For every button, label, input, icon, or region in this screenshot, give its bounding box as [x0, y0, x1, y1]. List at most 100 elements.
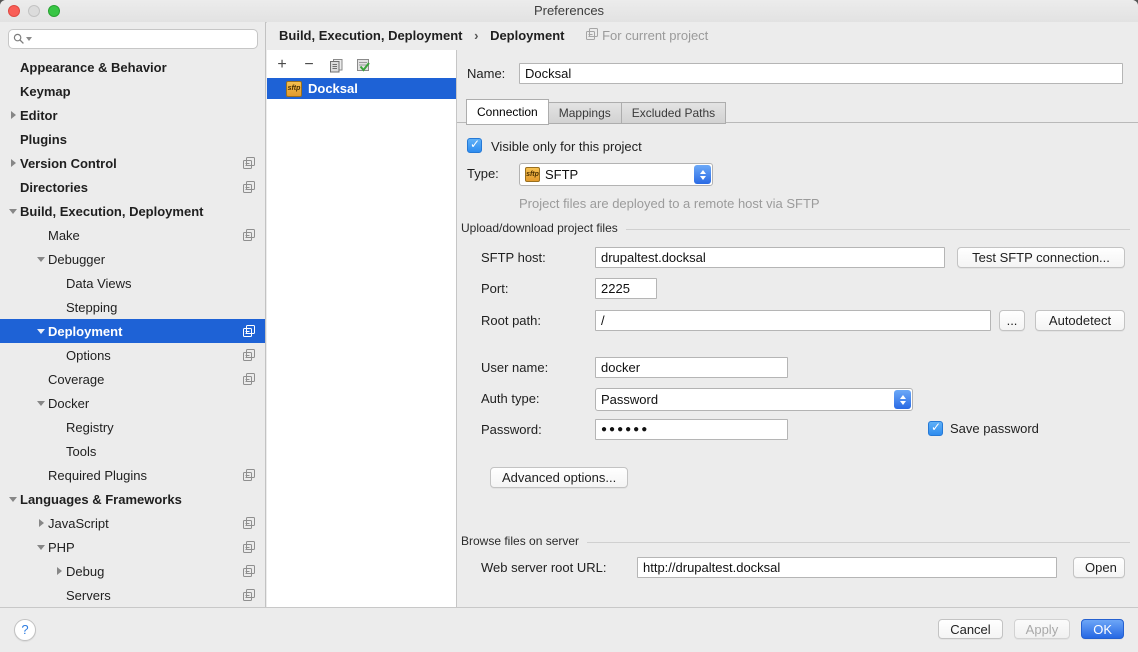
user-name-row: User name: — [457, 357, 1138, 379]
sidebar-item-appearance-behavior[interactable]: Appearance & Behavior — [0, 55, 265, 79]
tree-toggle-icon[interactable] — [34, 540, 48, 554]
tree-toggle-icon[interactable] — [6, 108, 20, 122]
browse-root-path-button[interactable]: ... — [999, 310, 1025, 331]
sftp-host-input[interactable] — [595, 247, 945, 268]
titlebar: Preferences — [0, 0, 1138, 23]
type-value: SFTP — [545, 167, 578, 182]
tree-indent — [6, 132, 20, 146]
sidebar-item-docker[interactable]: Docker — [0, 391, 265, 415]
project-scope-icon — [243, 181, 255, 196]
server-list-panel: + − — [267, 50, 457, 607]
sidebar-item-stepping[interactable]: Stepping — [0, 295, 265, 319]
sidebar-item-debug[interactable]: Debug — [0, 559, 265, 583]
search-icon — [13, 33, 25, 45]
tree-toggle-icon[interactable] — [34, 516, 48, 530]
auth-type-select[interactable]: Password — [595, 388, 913, 411]
tree-toggle-icon[interactable] — [34, 396, 48, 410]
sidebar-item-servers[interactable]: Servers — [0, 583, 265, 607]
visible-only-checkbox[interactable] — [467, 138, 482, 153]
use-as-default-button[interactable] — [354, 56, 372, 74]
browse-section-header: Browse files on server — [461, 533, 1130, 549]
sidebar-item-directories[interactable]: Directories — [0, 175, 265, 199]
sidebar-item-debugger[interactable]: Debugger — [0, 247, 265, 271]
port-input[interactable] — [595, 278, 657, 299]
upload-section-title: Upload/download project files — [461, 221, 618, 235]
test-sftp-connection-button[interactable]: Test SFTP connection... — [957, 247, 1125, 268]
open-url-button[interactable]: Open — [1073, 557, 1125, 578]
tree-toggle-icon[interactable] — [52, 564, 66, 578]
project-scope-icon — [243, 229, 255, 244]
sidebar-item-label: Keymap — [20, 84, 71, 99]
tree-toggle-icon[interactable] — [6, 492, 20, 506]
password-input[interactable] — [595, 419, 788, 440]
breadcrumb-category[interactable]: Build, Execution, Deployment — [279, 28, 462, 43]
password-label: Password: — [481, 419, 542, 440]
advanced-options-button[interactable]: Advanced options... — [490, 467, 628, 488]
port-label: Port: — [481, 278, 508, 299]
sidebar-item-keymap[interactable]: Keymap — [0, 79, 265, 103]
sidebar-item-label: Coverage — [48, 372, 104, 387]
web-root-label: Web server root URL: — [481, 557, 606, 578]
sidebar-item-deployment[interactable]: Deployment — [0, 319, 265, 343]
sidebar-item-label: Directories — [20, 180, 88, 195]
sidebar-item-editor[interactable]: Editor — [0, 103, 265, 127]
root-path-input[interactable] — [595, 310, 991, 331]
server-list-item-docksal[interactable]: sftp Docksal — [267, 78, 456, 99]
server-list-toolbar: + − — [273, 54, 372, 76]
password-row: Password: Save password — [457, 419, 1138, 441]
tree-toggle-icon[interactable] — [34, 252, 48, 266]
content-area: Build, Execution, Deployment › Deploymen… — [267, 22, 1138, 607]
sidebar-item-make[interactable]: Make — [0, 223, 265, 247]
help-button[interactable]: ? — [14, 619, 36, 641]
copy-server-button[interactable] — [327, 56, 345, 74]
sidebar-item-registry[interactable]: Registry — [0, 415, 265, 439]
sidebar-item-plugins[interactable]: Plugins — [0, 127, 265, 151]
tab-connection[interactable]: Connection — [466, 99, 549, 125]
web-root-input[interactable] — [637, 557, 1057, 578]
sidebar-item-tools[interactable]: Tools — [0, 439, 265, 463]
tree-toggle-icon[interactable] — [6, 204, 20, 218]
ok-button[interactable]: OK — [1081, 619, 1124, 639]
copy-icon — [329, 58, 344, 73]
auth-type-value: Password — [601, 392, 658, 407]
sidebar-item-php[interactable]: PHP — [0, 535, 265, 559]
sidebar-item-data-views[interactable]: Data Views — [0, 271, 265, 295]
type-hint: Project files are deployed to a remote h… — [519, 193, 820, 214]
sidebar-item-javascript[interactable]: JavaScript — [0, 511, 265, 535]
search-input[interactable] — [32, 31, 257, 47]
tree-toggle-icon[interactable] — [6, 156, 20, 170]
dropdown-stepper-icon — [894, 390, 911, 409]
save-password-checkbox[interactable] — [928, 421, 943, 436]
sidebar-item-coverage[interactable]: Coverage — [0, 367, 265, 391]
breadcrumb-page: Deployment — [490, 28, 564, 43]
tree-indent — [52, 444, 66, 458]
project-scope-icon — [243, 565, 255, 580]
autodetect-button[interactable]: Autodetect — [1035, 310, 1125, 331]
type-label: Type: — [467, 163, 499, 184]
sidebar-item-required-plugins[interactable]: Required Plugins — [0, 463, 265, 487]
sidebar-item-label: Tools — [66, 444, 96, 459]
sidebar-item-languages-frameworks[interactable]: Languages & Frameworks — [0, 487, 265, 511]
name-input[interactable] — [519, 63, 1123, 84]
remove-server-button[interactable]: − — [300, 56, 318, 74]
add-server-button[interactable]: + — [273, 56, 291, 74]
sidebar-item-options[interactable]: Options — [0, 343, 265, 367]
sidebar-item-build-execution-deployment[interactable]: Build, Execution, Deployment — [0, 199, 265, 223]
tree-indent — [52, 588, 66, 602]
sidebar-item-version-control[interactable]: Version Control — [0, 151, 265, 175]
tab-excluded-paths[interactable]: Excluded Paths — [622, 102, 726, 124]
settings-search-field[interactable] — [8, 29, 258, 49]
user-name-input[interactable] — [595, 357, 788, 378]
tab-mappings[interactable]: Mappings — [549, 102, 622, 124]
cancel-button[interactable]: Cancel — [938, 619, 1002, 639]
sidebar-item-label: Languages & Frameworks — [20, 492, 182, 507]
apply-button[interactable]: Apply — [1014, 619, 1071, 639]
sftp-host-row: SFTP host: Test SFTP connection... — [457, 247, 1138, 269]
root-path-row: Root path: ... Autodetect — [457, 310, 1138, 332]
sftp-host-label: SFTP host: — [481, 247, 546, 268]
type-select[interactable]: sftp SFTP — [519, 163, 713, 186]
visible-only-label: Visible only for this project — [491, 136, 642, 157]
tree-toggle-icon[interactable] — [34, 324, 48, 338]
settings-sidebar: Appearance & Behavior Keymap EditorPlugins… — [0, 22, 266, 607]
project-scope-icon — [243, 589, 255, 604]
